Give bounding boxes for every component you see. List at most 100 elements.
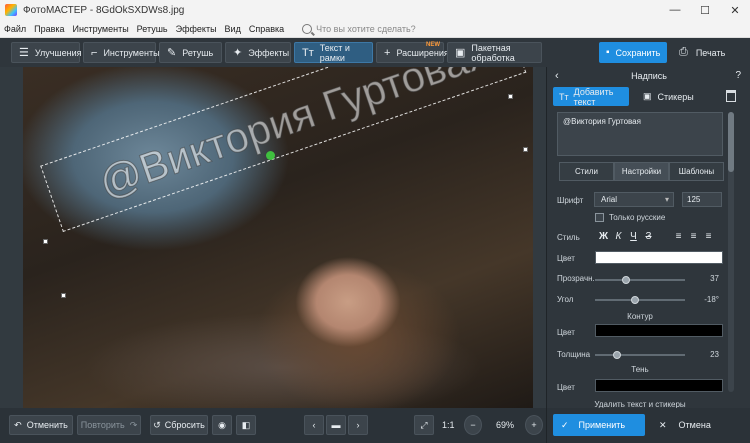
text-color-swatch[interactable]	[595, 251, 723, 264]
transparency-value: 37	[710, 274, 719, 283]
align-left-icon[interactable]: ≡	[672, 230, 685, 243]
cancel-button[interactable]: ✕ Отмена	[649, 414, 745, 436]
slider-thumb[interactable]	[613, 351, 621, 359]
transparency-slider[interactable]	[595, 276, 685, 284]
tab-label: Эффекты	[248, 47, 290, 58]
text-input[interactable]: @Виктория Гуртовая	[557, 112, 723, 156]
compare-icon[interactable]: ◧	[236, 415, 256, 435]
tab-tools[interactable]: ⌐ Инструменты	[83, 42, 160, 63]
tab-extensions[interactable]: + Расширения NEW	[376, 42, 449, 63]
close-icon[interactable]: ✕	[720, 0, 750, 20]
menu-search[interactable]: Что вы хотите сделать?	[302, 23, 416, 34]
apply-button[interactable]: ✓ Применить	[553, 414, 645, 436]
crop-icon: ⌐	[91, 46, 98, 59]
scrollbar-thumb[interactable]	[728, 112, 734, 172]
trash-icon[interactable]	[726, 90, 736, 102]
menu-view[interactable]: Вид	[221, 24, 245, 34]
sticker-icon: ▣	[643, 91, 652, 101]
save-button[interactable]: ▪ Сохранить	[599, 42, 667, 63]
zoom-out-icon[interactable]: −	[464, 415, 482, 435]
tab-batch[interactable]: ▣ Пакетная обработка	[447, 42, 542, 63]
window-controls: — ☐ ✕	[660, 0, 750, 20]
minimize-icon[interactable]: —	[660, 0, 690, 20]
undo-icon: ↶	[14, 419, 22, 430]
help-icon[interactable]: ?	[735, 70, 741, 81]
resize-handle[interactable]	[523, 147, 528, 152]
tab-stickers[interactable]: ▣ Стикеры	[637, 87, 707, 106]
eye-icon[interactable]: ◉	[212, 415, 232, 435]
tab-label: Расширения	[396, 47, 449, 58]
zoom-in-icon[interactable]: +	[525, 415, 543, 435]
style-label: Стиль	[557, 233, 580, 242]
strikethrough-button[interactable]: З	[642, 230, 655, 243]
redo-icon: ↷	[129, 419, 138, 430]
zoom-level: 69%	[496, 420, 515, 430]
tab-label: Стикеры	[657, 91, 694, 102]
subtab-templates[interactable]: Шаблоны	[669, 162, 724, 181]
shadow-section-label: Тень	[631, 365, 649, 374]
tab-add-text[interactable]: Tт Добавить текст	[553, 86, 629, 107]
shadow-color-swatch[interactable]	[595, 379, 723, 392]
rotate-handle[interactable]	[266, 151, 275, 160]
bold-button[interactable]: Ж	[597, 230, 610, 243]
outline-section-label: Контур	[627, 312, 653, 321]
resize-handle[interactable]	[61, 293, 66, 298]
subtab-settings[interactable]: Настройки	[614, 162, 669, 181]
text-panel: ‹ Надпись ? Tт Добавить текст ▣ Стикеры …	[546, 67, 750, 443]
window-title: ФотоМАСТЕР - 8GdOkSXDWs8.jpg	[23, 4, 185, 16]
sliders-icon: ☰	[19, 47, 29, 59]
redo-button[interactable]: Повторить ↷	[77, 415, 141, 435]
slider-thumb[interactable]	[622, 276, 630, 284]
undo-button[interactable]: ↶ Отменить	[9, 415, 73, 435]
back-arrow-icon[interactable]: ‹	[555, 70, 559, 82]
italic-button[interactable]: К	[612, 230, 625, 243]
text-selection-box[interactable]	[40, 67, 527, 232]
prev-icon[interactable]: ‹	[304, 415, 324, 435]
maximize-icon[interactable]: ☐	[690, 0, 720, 20]
reset-button[interactable]: ↺ Сбросить	[150, 415, 208, 435]
menu-effects[interactable]: Эффекты	[172, 24, 221, 34]
zoom-1-1-button[interactable]: 1:1	[442, 415, 455, 435]
tab-enhancements[interactable]: ☰ Улучшения	[11, 42, 82, 63]
tab-label: Пакетная обработка	[471, 42, 515, 63]
tab-effects[interactable]: ✦ Эффекты	[225, 42, 291, 63]
search-placeholder: Что вы хотите сделать?	[316, 23, 416, 34]
slider-thumb[interactable]	[631, 296, 639, 304]
text-icon: Tт	[559, 91, 569, 102]
underline-button[interactable]: Ч	[627, 230, 640, 243]
font-size-field[interactable]: 125	[682, 192, 722, 207]
batch-icon: ▣	[455, 47, 466, 59]
align-center-icon[interactable]: ≡	[687, 230, 700, 243]
resize-handle[interactable]	[508, 94, 513, 99]
tab-label: Добавить текст	[573, 86, 614, 107]
tab-label: Улучшения	[34, 47, 82, 58]
next-icon[interactable]: ›	[348, 415, 368, 435]
menu-file[interactable]: Файл	[0, 24, 30, 34]
photo: @Виктория Гуртовая	[23, 67, 533, 408]
folder-icon[interactable]: ▬	[326, 415, 346, 435]
menu-edit[interactable]: Правка	[30, 24, 68, 34]
resize-handle[interactable]	[43, 239, 48, 244]
menu-retouch[interactable]: Ретушь	[133, 24, 172, 34]
font-select[interactable]: Arial	[594, 192, 674, 207]
only-russian-checkbox[interactable]	[595, 213, 604, 222]
main-toolbar: ☰ Улучшения ⌐ Инструменты ✎ Ретушь ✦ Эфф…	[0, 38, 750, 67]
panel-scrollbar[interactable]	[728, 112, 734, 392]
tab-text-frames[interactable]: Tт Текст и рамки	[294, 42, 373, 63]
search-icon	[302, 23, 313, 34]
app-logo-icon	[5, 4, 17, 16]
menu-help[interactable]: Справка	[245, 24, 288, 34]
outline-color-swatch[interactable]	[595, 324, 723, 337]
subtab-styles[interactable]: Стили	[559, 162, 614, 181]
thickness-slider[interactable]	[595, 351, 685, 359]
menu-tools[interactable]: Инструменты	[69, 24, 133, 34]
tab-retouch[interactable]: ✎ Ретушь	[159, 42, 222, 63]
thickness-label: Толщина	[557, 350, 591, 359]
color-label: Цвет	[557, 254, 575, 263]
new-badge: NEW	[426, 42, 440, 48]
align-right-icon[interactable]: ≡	[702, 230, 715, 243]
angle-slider[interactable]	[595, 296, 685, 304]
tab-label: Текст и рамки	[319, 42, 350, 63]
fit-screen-icon[interactable]: ⤢	[414, 415, 434, 435]
print-button[interactable]: ⎙ Печать	[673, 42, 743, 63]
